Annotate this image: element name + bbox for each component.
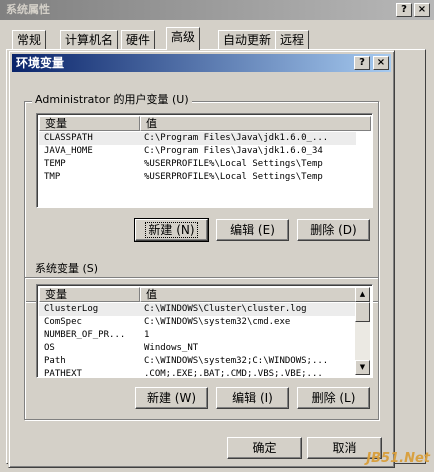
env-dialog-titlebar: 环境变量 ? × <box>12 54 391 72</box>
system-delete-button[interactable]: 删除 (L) <box>297 387 370 409</box>
system-variables-label: 系统变量 (S) <box>32 262 102 276</box>
system-variables-list[interactable]: 变量 值 ClusterLog C:\WINDOWS\Cluster\clust… <box>36 284 373 378</box>
list-item[interactable]: Path C:\WINDOWS\system32;C:\WINDOWS;... <box>39 355 356 368</box>
tab-auto-update[interactable]: 自动更新 <box>218 30 277 49</box>
list-item[interactable]: NUMBER_OF_PR... 1 <box>39 329 356 342</box>
column-header-value[interactable]: 值 <box>140 116 371 131</box>
scroll-thumb[interactable] <box>355 302 370 322</box>
user-new-button[interactable]: 新建 (N) <box>134 218 209 242</box>
env-close-button[interactable]: × <box>373 56 389 70</box>
system-properties-title: 系统属性 <box>6 3 50 16</box>
ok-button[interactable]: 确定 <box>227 437 302 459</box>
user-delete-button[interactable]: 删除 (D) <box>297 219 370 241</box>
watermark-logo: JB51.Net <box>366 451 430 466</box>
list-item[interactable]: TMP %USERPROFILE%\Local Settings\Temp <box>39 171 371 184</box>
scroll-up-icon[interactable]: ▲ <box>355 287 370 302</box>
user-variables-label: Administrator 的用户变量 (U) <box>32 93 192 107</box>
system-list-header: 变量 值 <box>39 287 356 302</box>
tab-hardware[interactable]: 硬件 <box>121 30 156 49</box>
column-header-variable[interactable]: 变量 <box>39 287 140 302</box>
scroll-down-icon[interactable]: ▼ <box>355 360 370 375</box>
env-help-button[interactable]: ? <box>354 56 370 70</box>
system-new-button[interactable]: 新建 (W) <box>135 387 208 409</box>
user-edit-button[interactable]: 编辑 (E) <box>216 219 289 241</box>
help-button[interactable]: ? <box>396 3 412 17</box>
tab-general[interactable]: 常规 <box>12 30 47 49</box>
user-list-header: 变量 值 <box>39 116 371 131</box>
system-list-scrollbar[interactable]: ▲ ▼ <box>355 287 370 375</box>
list-item[interactable]: OS Windows_NT <box>39 342 356 355</box>
list-item[interactable]: TEMP %USERPROFILE%\Local Settings\Temp <box>39 158 371 171</box>
list-item[interactable]: ClusterLog C:\WINDOWS\Cluster\cluster.lo… <box>39 303 356 316</box>
column-header-value[interactable]: 值 <box>140 287 356 302</box>
close-button[interactable]: × <box>414 3 430 17</box>
list-item[interactable]: PATHEXT .COM;.EXE;.BAT;.CMD;.VBS;.VBE;..… <box>39 368 356 377</box>
system-properties-titlebar: 系统属性 ? × <box>0 0 434 20</box>
system-edit-button[interactable]: 编辑 (I) <box>216 387 289 409</box>
environment-variables-dialog: 环境变量 ? × Administrator 的用户变量 (U) 变量 值 CL… <box>8 50 395 468</box>
list-item[interactable]: JAVA_HOME C:\Program Files\Java\jdk1.6.0… <box>39 145 371 158</box>
env-dialog-title: 环境变量 <box>16 56 65 70</box>
column-header-variable[interactable]: 变量 <box>39 116 140 131</box>
list-item[interactable]: CLASSPATH C:\Program Files\Java\jdk1.6.0… <box>39 132 371 145</box>
tab-computer-name[interactable]: 计算机名 <box>60 30 119 49</box>
user-variables-list[interactable]: 变量 值 CLASSPATH C:\Program Files\Java\jdk… <box>36 113 373 208</box>
tab-remote[interactable]: 远程 <box>275 30 310 49</box>
list-item[interactable]: ComSpec C:\WINDOWS\system32\cmd.exe <box>39 316 356 329</box>
tab-advanced[interactable]: 高级 <box>166 27 201 50</box>
